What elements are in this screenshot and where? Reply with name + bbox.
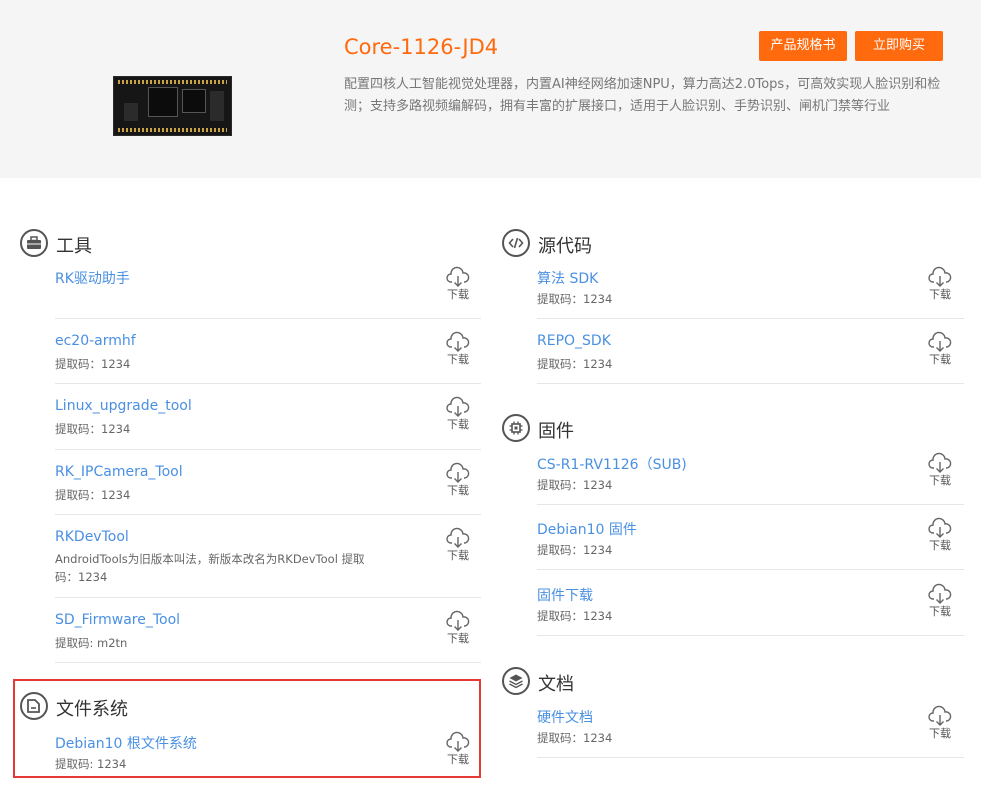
cloud-download-icon [928,266,952,287]
cloud-download-icon [446,731,470,752]
list-item: Debian10 根文件系统 提取码: 1234 下载 [55,731,481,773]
list-item: RK_IPCamera_Tool 提取码：1234 下载 [55,462,481,515]
download-button[interactable]: 下载 [445,610,471,650]
item-link[interactable]: REPO_SDK [537,333,611,349]
list-item: RKDevTool AndroidTools为旧版本叫法，新版本改名为RKDev… [55,527,481,598]
item-extraction-code: 提取码：1234 [537,731,613,745]
item-extraction-code: AndroidTools为旧版本叫法，新版本改名为RKDevTool 提取码：1… [55,552,365,584]
item-link[interactable]: CS-R1-RV1126（SUB) [537,454,687,474]
cloud-download-icon [928,583,952,604]
list-item: REPO_SDK 提取码：1234 下载 [537,331,964,384]
item-extraction-code: 提取码：1234 [55,488,131,502]
chip-icon [502,414,530,442]
list-item: CS-R1-RV1126（SUB) 提取码：1234 下载 [537,452,964,505]
cloud-download-icon [446,462,470,483]
layers-icon [502,667,530,695]
item-extraction-code: 提取码：1234 [55,357,131,371]
toolbox-icon [20,229,48,257]
category-title: 源代码 [538,236,592,257]
download-button[interactable]: 下载 [927,705,953,745]
item-link[interactable]: 算法 SDK [537,268,598,288]
item-extraction-code: 提取码：1234 [55,422,131,436]
cloud-download-icon [928,452,952,473]
cloud-download-icon [446,266,470,287]
product-header: Core-1126-JD4 配置四核人工智能视觉处理器，内置AI神经网络加速NP… [0,0,981,178]
cloud-download-icon [446,396,470,417]
download-button[interactable]: 下载 [927,583,953,623]
download-button[interactable]: 下载 [927,452,953,492]
download-button[interactable]: 下载 [445,462,471,502]
product-description: 配置四核人工智能视觉处理器，内置AI神经网络加速NPU，算力高达2.0Tops，… [344,77,941,114]
item-extraction-code: 提取码：1234 [537,478,613,492]
cloud-download-icon [928,517,952,538]
download-button[interactable]: 下载 [445,266,471,306]
item-link[interactable]: RK_IPCamera_Tool [55,464,183,480]
download-button[interactable]: 下载 [445,731,471,771]
list-item: Linux_upgrade_tool 提取码：1234 下载 [55,396,481,450]
list-item: RK驱动助手 下载 [55,266,481,319]
folder-icon [20,692,48,720]
item-link[interactable]: SD_Firmware_Tool [55,612,180,628]
item-link[interactable]: ec20-armhf [55,333,136,349]
item-extraction-code: 提取码：1234 [537,609,613,623]
product-title: Core-1126-JD4 [344,35,499,59]
list-item: Debian10 固件 提取码：1234 下载 [537,517,964,570]
code-icon [502,229,530,257]
download-button[interactable]: 下载 [445,396,471,436]
item-extraction-code: 提取码：1234 [537,543,613,557]
category-title: 工具 [56,236,92,257]
item-extraction-code: 提取码: m2tn [55,636,128,650]
product-board-image [113,76,232,136]
item-link[interactable]: 固件下载 [537,585,593,605]
download-button[interactable]: 下载 [927,266,953,306]
list-item: 固件下载 提取码：1234 下载 [537,583,964,636]
item-link[interactable]: RKDevTool [55,529,129,545]
category-title: 固件 [538,421,574,442]
item-link[interactable]: Debian10 固件 [537,519,637,539]
download-button[interactable]: 下载 [445,527,471,567]
cloud-download-icon [928,705,952,726]
item-link[interactable]: 硬件文档 [537,707,593,727]
item-link[interactable]: Debian10 根文件系统 [55,733,197,753]
cloud-download-icon [446,610,470,631]
category-title: 文档 [538,674,574,695]
item-extraction-code: 提取码: 1234 [55,757,127,771]
cloud-download-icon [446,331,470,352]
item-extraction-code: 提取码：1234 [537,292,613,306]
item-link[interactable]: RK驱动助手 [55,268,130,288]
buy-now-button[interactable]: 立即购买 [855,31,943,61]
list-item: ec20-armhf 提取码：1234 下载 [55,331,481,384]
item-link[interactable]: Linux_upgrade_tool [55,398,192,414]
cloud-download-icon [446,527,470,548]
download-button[interactable]: 下载 [445,331,471,371]
spec-sheet-button[interactable]: 产品规格书 [759,31,847,61]
item-extraction-code: 提取码：1234 [537,357,613,371]
list-item: 硬件文档 提取码：1234 下载 [537,705,964,758]
download-button[interactable]: 下载 [927,331,953,371]
cloud-download-icon [928,331,952,352]
list-item: 算法 SDK 提取码：1234 下载 [537,266,964,319]
list-item: SD_Firmware_Tool 提取码: m2tn 下载 [55,610,481,663]
category-title: 文件系统 [56,699,128,720]
download-button[interactable]: 下载 [927,517,953,557]
